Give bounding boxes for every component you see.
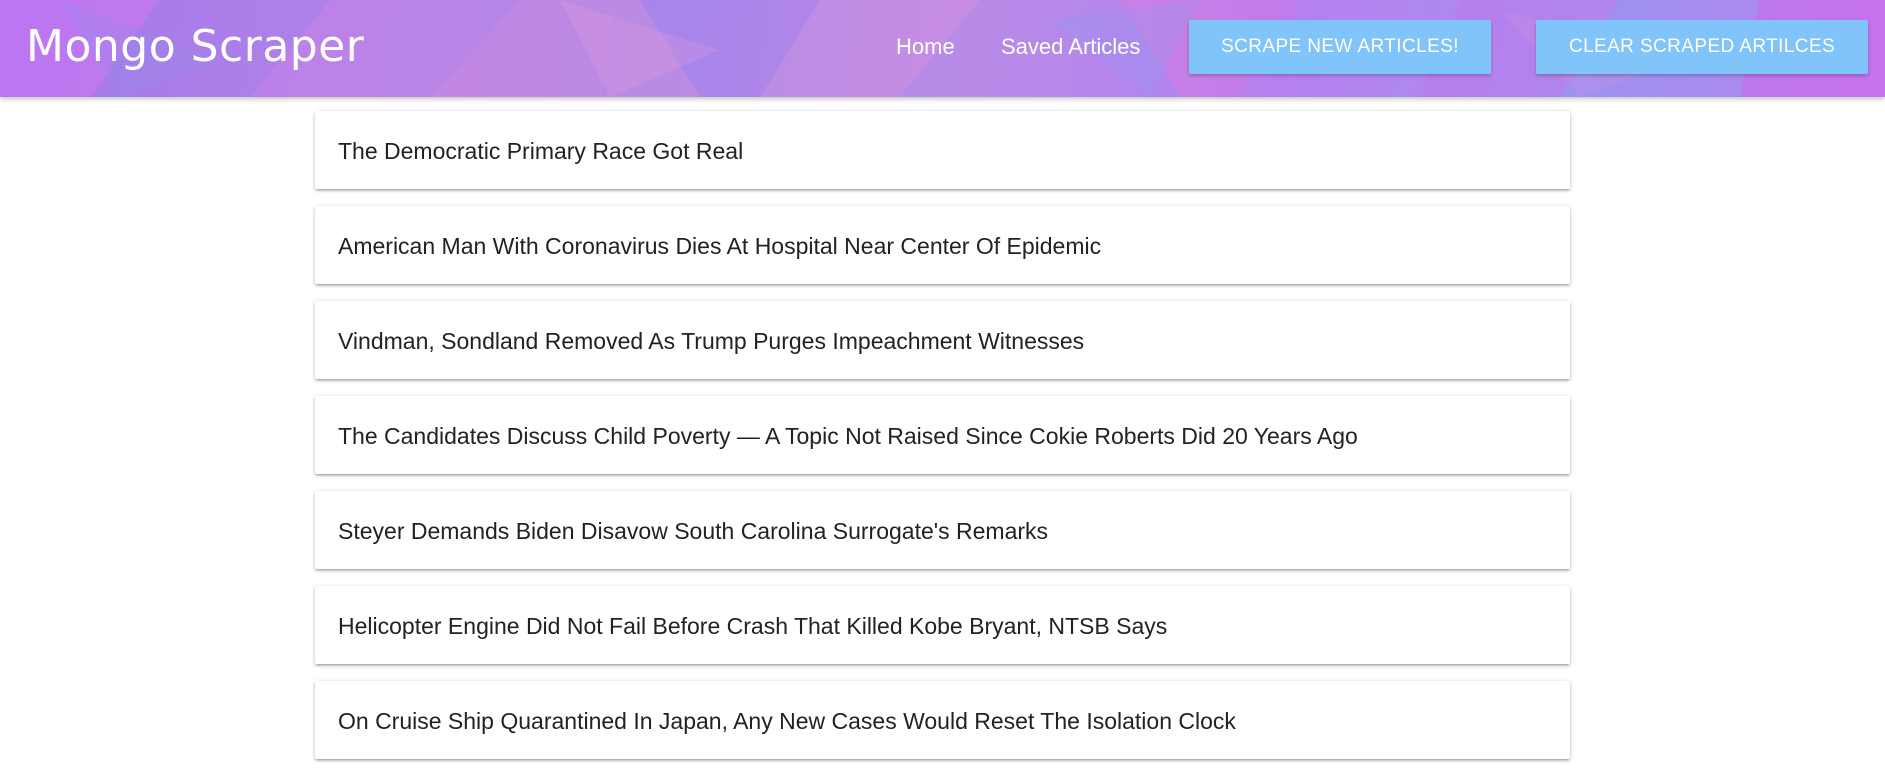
- navbar: Mongo Scraper Home Saved Articles SCRAPE…: [0, 0, 1885, 97]
- article-card[interactable]: The Democratic Primary Race Got Real: [315, 111, 1570, 189]
- nav-link-home[interactable]: Home: [896, 34, 955, 60]
- article-title[interactable]: Vindman, Sondland Removed As Trump Purge…: [338, 327, 1084, 355]
- article-title[interactable]: Helicopter Engine Did Not Fail Before Cr…: [338, 612, 1167, 640]
- brand-logo-text[interactable]: Mongo Scraper: [26, 18, 364, 76]
- article-title[interactable]: American Man With Coronavirus Dies At Ho…: [338, 232, 1101, 260]
- article-card[interactable]: On Cruise Ship Quarantined In Japan, Any…: [315, 681, 1570, 759]
- article-card[interactable]: Vindman, Sondland Removed As Trump Purge…: [315, 301, 1570, 379]
- article-title[interactable]: The Democratic Primary Race Got Real: [338, 137, 743, 165]
- article-card[interactable]: The Candidates Discuss Child Poverty — A…: [315, 396, 1570, 474]
- article-card[interactable]: Helicopter Engine Did Not Fail Before Cr…: [315, 586, 1570, 664]
- article-list: The Democratic Primary Race Got Real Ame…: [315, 111, 1570, 776]
- article-title[interactable]: On Cruise Ship Quarantined In Japan, Any…: [338, 707, 1236, 735]
- article-title[interactable]: The Candidates Discuss Child Poverty — A…: [338, 422, 1358, 450]
- nav-link-saved-articles[interactable]: Saved Articles: [1001, 34, 1140, 60]
- article-card[interactable]: American Man With Coronavirus Dies At Ho…: [315, 206, 1570, 284]
- scrape-new-articles-button[interactable]: SCRAPE NEW ARTICLES!: [1189, 20, 1491, 74]
- clear-scraped-articles-button[interactable]: CLEAR SCRAPED ARTILCES: [1536, 20, 1868, 74]
- article-card[interactable]: Steyer Demands Biden Disavow South Carol…: [315, 491, 1570, 569]
- article-title[interactable]: Steyer Demands Biden Disavow South Carol…: [338, 517, 1048, 545]
